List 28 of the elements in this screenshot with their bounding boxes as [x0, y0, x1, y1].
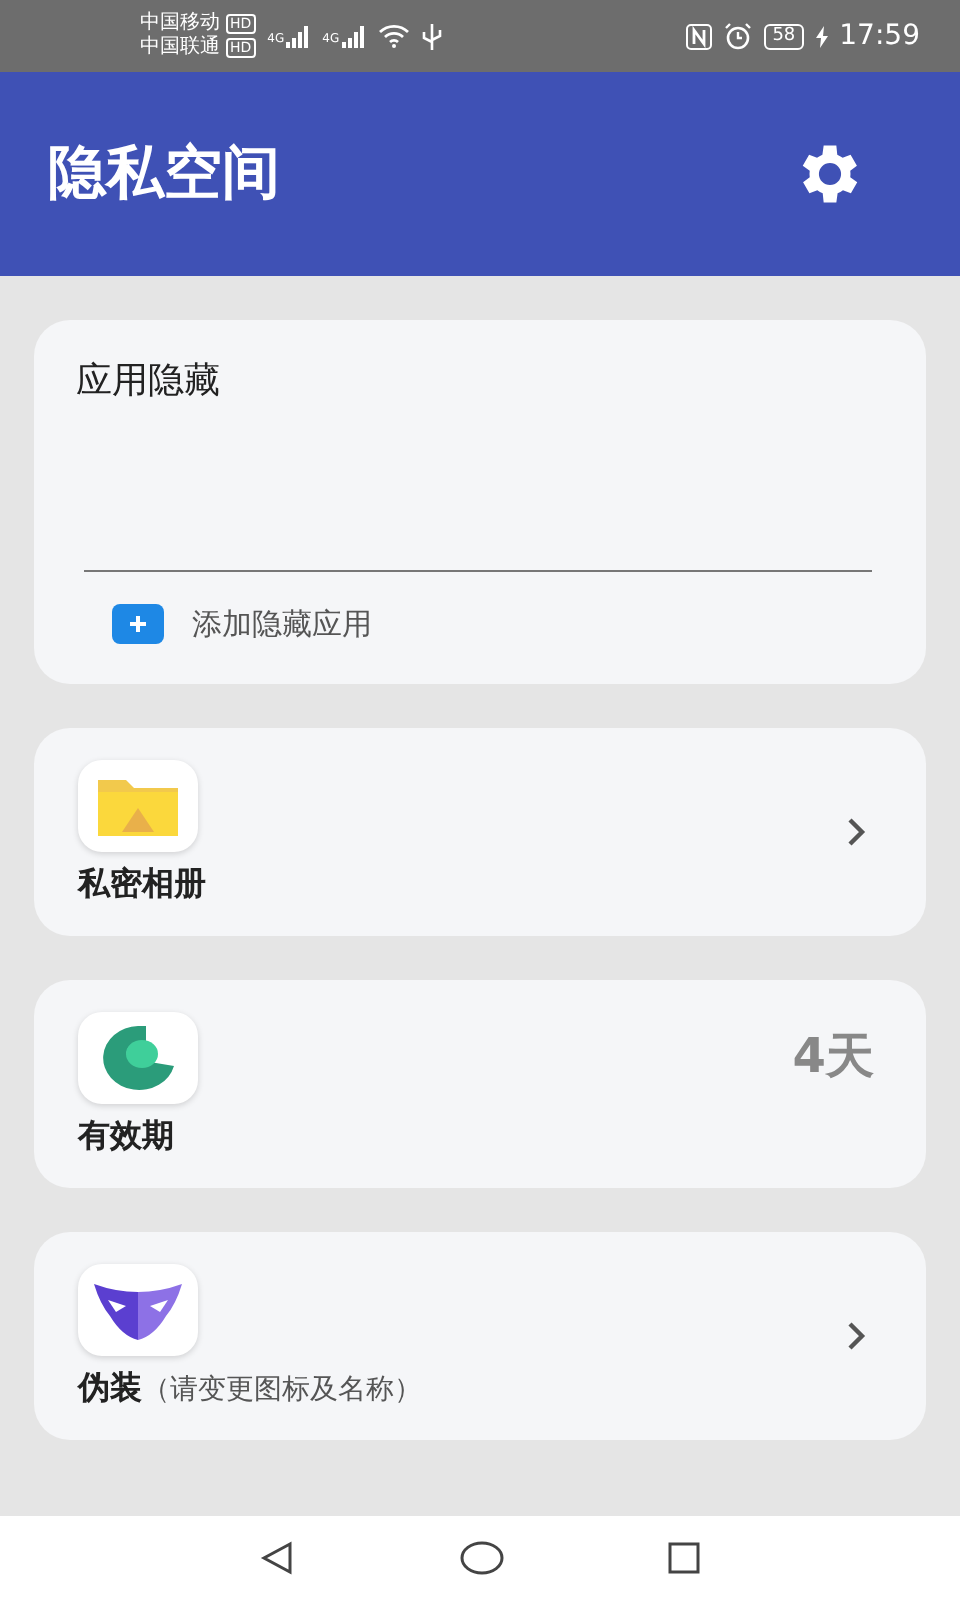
carrier-name: 中国移动 [140, 12, 220, 35]
item-value: 4天 [792, 1026, 874, 1088]
item-label: 伪装 [78, 1367, 142, 1409]
item-label: 有效期 [78, 1115, 174, 1157]
signal-icon [341, 25, 366, 47]
battery-level: 58 [764, 23, 804, 49]
chevron-icon [846, 1320, 866, 1352]
add-icon[interactable] [112, 604, 164, 644]
add-hidden-app-link[interactable]: 添加隐藏应用 [192, 605, 372, 643]
wifi-icon [377, 24, 410, 48]
nfc-icon [686, 23, 713, 49]
menu-card[interactable]: 有效期 4天 [34, 980, 926, 1188]
chevron-icon [846, 816, 866, 848]
menu-card[interactable]: 伪装（请变更图标及名称） [34, 1232, 926, 1440]
card-title: 应用隐藏 [76, 358, 222, 404]
menu-card[interactable]: 私密相册 [34, 728, 926, 936]
home-icon[interactable] [460, 1540, 504, 1576]
signal-icon [286, 25, 311, 47]
usb-icon [421, 23, 442, 49]
clock-time: 17:59 [839, 20, 920, 52]
item-label: 私密相册 [78, 863, 206, 905]
back-icon[interactable] [260, 1540, 296, 1576]
recents-icon[interactable] [668, 1542, 700, 1574]
alarm-icon [724, 22, 753, 50]
charging-icon [815, 25, 828, 47]
carrier-name: 中国联通 [140, 36, 220, 60]
app-title: 隐私空间 [48, 136, 280, 210]
item-note: （请变更图标及名称） [142, 1371, 422, 1407]
